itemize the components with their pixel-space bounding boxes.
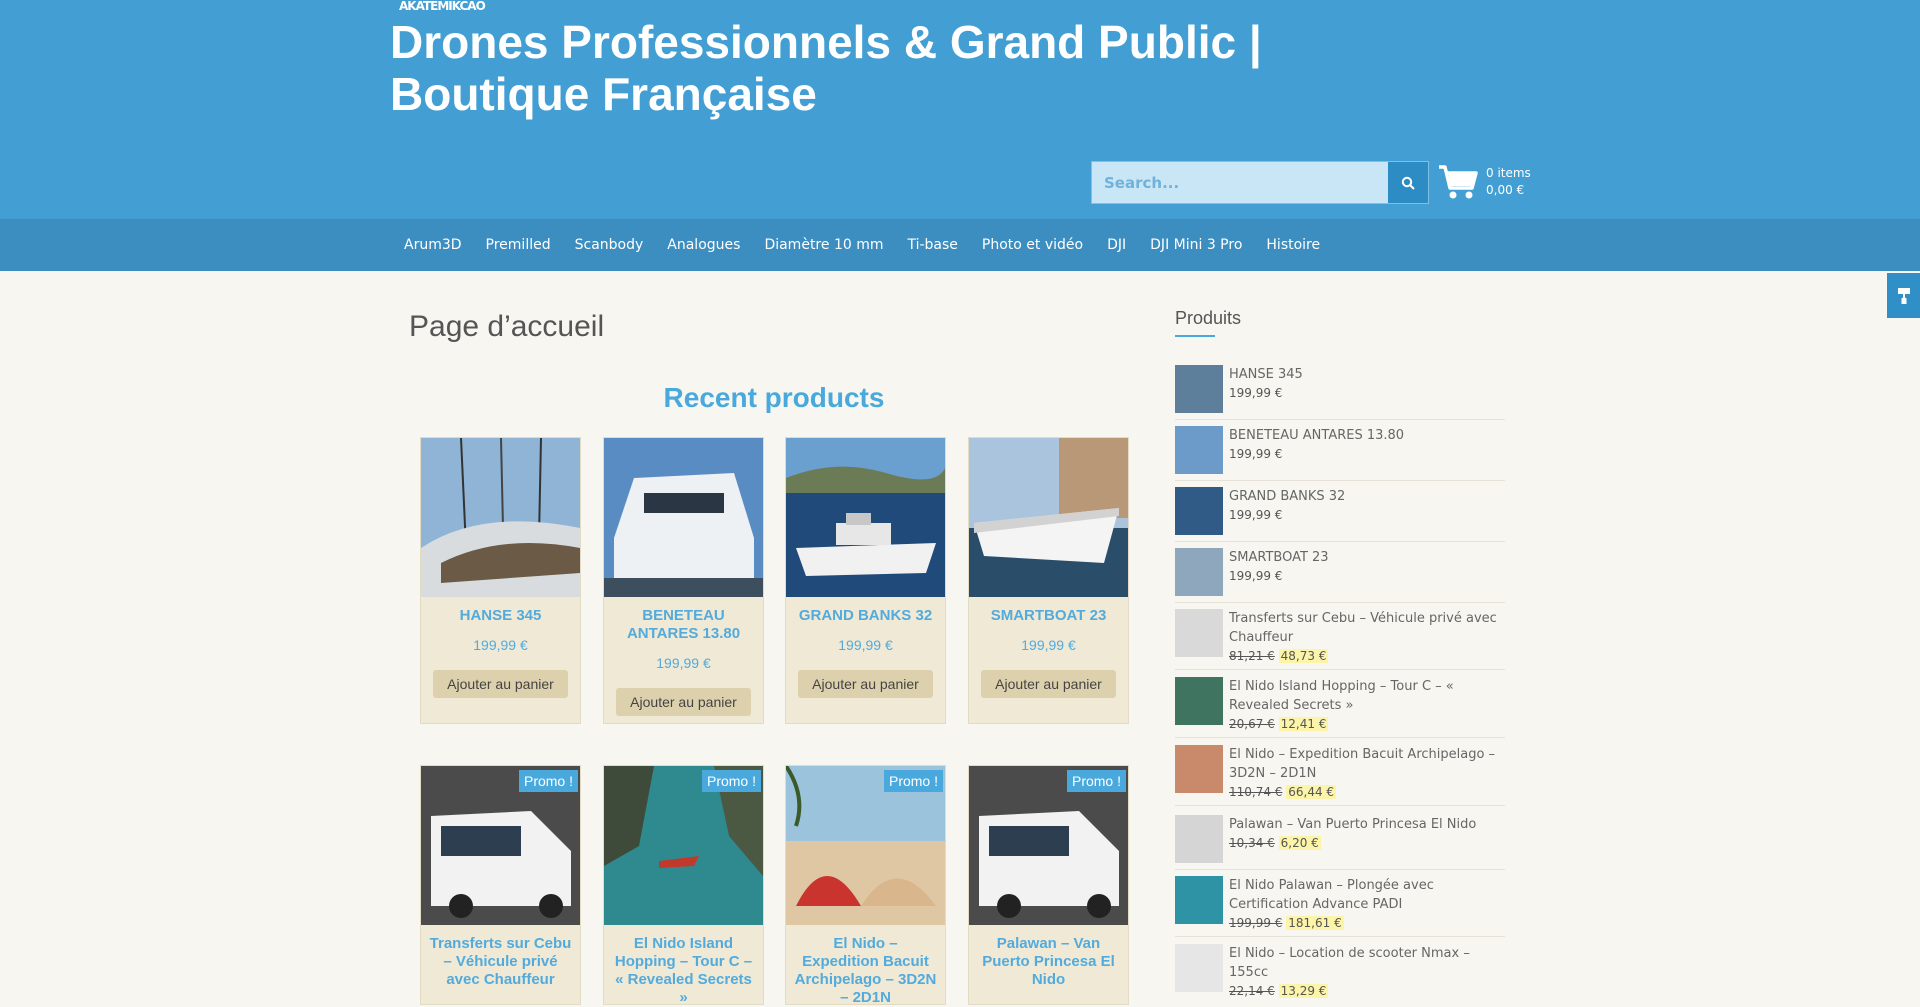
product-name[interactable]: Transferts sur Cebu – Véhicule privé ave…: [429, 935, 572, 989]
product-thumbnail[interactable]: [1175, 426, 1223, 474]
product-card: Promo ! El Nido Island Hopping – Tour C …: [603, 765, 764, 1007]
product-name[interactable]: Palawan – Van Puerto Princesa El Nido: [977, 935, 1120, 989]
list-item[interactable]: El Nido Palawan – Plongée avec Certifica…: [1175, 876, 1505, 937]
product-name[interactable]: HANSE 345: [1229, 365, 1505, 384]
paint-roller-icon: [1897, 287, 1910, 304]
product-image[interactable]: Promo !: [969, 766, 1128, 925]
product-price: 199,99 €: [1229, 508, 1283, 522]
old-price: 10,34 €: [1229, 836, 1275, 850]
sale-price: 13,29 €: [1278, 984, 1329, 998]
list-item[interactable]: El Nido – Location de scooter Nmax – 155…: [1175, 944, 1505, 998]
promo-badge: Promo !: [518, 770, 578, 792]
page-title: Page d’accueil: [409, 310, 605, 343]
product-image[interactable]: [604, 438, 763, 597]
product-name[interactable]: SMARTBOAT 23: [977, 607, 1120, 625]
product-name[interactable]: El Nido Island Hopping – Tour C – « Reve…: [1229, 677, 1505, 715]
product-thumbnail[interactable]: [1175, 609, 1223, 657]
list-item[interactable]: GRAND BANKS 32 199,99 €: [1175, 487, 1505, 542]
sale-price: 48,73 €: [1278, 649, 1329, 663]
product-card: Promo ! El Nido – Expedition Bacuit Arch…: [785, 765, 946, 1007]
product-thumbnail[interactable]: [1175, 548, 1223, 596]
product-name[interactable]: Transferts sur Cebu – Véhicule privé ave…: [1229, 609, 1505, 647]
product-name[interactable]: BENETEAU ANTARES 13.80: [612, 607, 755, 643]
product-thumbnail[interactable]: [1175, 815, 1223, 863]
list-item[interactable]: BENETEAU ANTARES 13.80 199,99 €: [1175, 426, 1505, 481]
nav-item-premilled[interactable]: Premilled: [474, 237, 563, 253]
add-to-cart-button[interactable]: Ajouter au panier: [798, 670, 933, 698]
product-image[interactable]: Promo !: [786, 766, 945, 925]
old-price: 22,14 €: [1229, 984, 1275, 998]
list-item[interactable]: HANSE 345 199,99 €: [1175, 365, 1505, 420]
product-image[interactable]: [786, 438, 945, 597]
product-name[interactable]: BENETEAU ANTARES 13.80: [1229, 426, 1505, 445]
recent-products-heading: Recent products: [663, 382, 885, 413]
product-thumbnail[interactable]: [1175, 745, 1223, 793]
site-header: AKATEMIKCAO Drones Professionnels & Gran…: [0, 0, 1920, 219]
product-card: HANSE 345 199,99 € Ajouter au panier: [420, 437, 581, 724]
sale-price: 6,20 €: [1278, 836, 1321, 850]
sale-price: 181,61 €: [1286, 916, 1344, 930]
nav-item-scanbody[interactable]: Scanbody: [563, 237, 656, 253]
product-image[interactable]: [969, 438, 1128, 597]
product-name[interactable]: El Nido – Expedition Bacuit Archipelago …: [1229, 745, 1505, 783]
site-logo[interactable]: AKATEMIKCAO: [399, 0, 519, 12]
product-thumbnail[interactable]: [1175, 487, 1223, 535]
list-item[interactable]: El Nido – Expedition Bacuit Archipelago …: [1175, 745, 1505, 806]
product-card: Promo ! Palawan – Van Puerto Princesa El…: [968, 765, 1129, 1005]
sale-price: 66,44 €: [1286, 785, 1337, 799]
product-name[interactable]: GRAND BANKS 32: [1229, 487, 1505, 506]
old-price: 110,74 €: [1229, 785, 1283, 799]
nav-item-diametre[interactable]: Diamètre 10 mm: [752, 237, 895, 253]
old-price: 81,21 €: [1229, 649, 1275, 663]
product-name[interactable]: El Nido Island Hopping – Tour C – « Reve…: [612, 935, 755, 1007]
product-name[interactable]: Palawan – Van Puerto Princesa El Nido: [1229, 815, 1505, 834]
add-to-cart-button[interactable]: Ajouter au panier: [433, 670, 568, 698]
product-thumbnail[interactable]: [1175, 876, 1223, 924]
product-price: 199,99 €: [838, 637, 893, 653]
product-name[interactable]: El Nido – Location de scooter Nmax – 155…: [1229, 944, 1505, 982]
product-name[interactable]: HANSE 345: [429, 607, 572, 625]
product-image[interactable]: Promo !: [604, 766, 763, 925]
promo-badge: Promo !: [701, 770, 761, 792]
old-price: 20,67 €: [1229, 717, 1275, 731]
product-name[interactable]: SMARTBOAT 23: [1229, 548, 1505, 567]
product-price: 199,99 €: [1229, 569, 1283, 583]
product-price: 199,99 €: [1229, 447, 1283, 461]
product-thumbnail[interactable]: [1175, 944, 1223, 992]
sale-price: 12,41 €: [1278, 717, 1329, 731]
product-name[interactable]: El Nido Palawan – Plongée avec Certifica…: [1229, 876, 1505, 914]
main-navigation: Arum3D Premilled Scanbody Analogues Diam…: [0, 219, 1920, 271]
product-name[interactable]: El Nido – Expedition Bacuit Archipelago …: [794, 935, 937, 1007]
product-card: Promo ! Transferts sur Cebu – Véhicule p…: [420, 765, 581, 1005]
nav-item-dji[interactable]: DJI: [1095, 237, 1138, 253]
side-tool-tab[interactable]: [1887, 273, 1920, 318]
sidebar-product-list: HANSE 345 199,99 € BENETEAU ANTARES 13.8…: [1175, 0, 1505, 998]
list-item[interactable]: El Nido Island Hopping – Tour C – « Reve…: [1175, 677, 1505, 738]
add-to-cart-button[interactable]: Ajouter au panier: [981, 670, 1116, 698]
promo-badge: Promo !: [1066, 770, 1126, 792]
product-price: 199,99 €: [656, 655, 711, 671]
product-price: 199,99 €: [1021, 637, 1076, 653]
product-card: GRAND BANKS 32 199,99 € Ajouter au panie…: [785, 437, 946, 724]
promo-badge: Promo !: [883, 770, 943, 792]
product-name[interactable]: GRAND BANKS 32: [794, 607, 937, 625]
add-to-cart-button[interactable]: Ajouter au panier: [616, 688, 751, 716]
product-price: 199,99 €: [1229, 386, 1283, 400]
product-price: 199,99 €: [473, 637, 528, 653]
nav-item-photo-video[interactable]: Photo et vidéo: [970, 237, 1095, 253]
old-price: 199,99 €: [1229, 916, 1283, 930]
nav-item-arum3d[interactable]: Arum3D: [392, 237, 474, 253]
nav-item-ti-base[interactable]: Ti-base: [895, 237, 969, 253]
list-item[interactable]: Palawan – Van Puerto Princesa El Nido 10…: [1175, 815, 1505, 870]
product-thumbnail[interactable]: [1175, 365, 1223, 413]
nav-item-analogues[interactable]: Analogues: [655, 237, 752, 253]
product-thumbnail[interactable]: [1175, 677, 1223, 725]
product-image[interactable]: Promo !: [421, 766, 580, 925]
list-item[interactable]: Transferts sur Cebu – Véhicule privé ave…: [1175, 609, 1505, 670]
list-item[interactable]: SMARTBOAT 23 199,99 €: [1175, 548, 1505, 603]
product-image[interactable]: [421, 438, 580, 597]
product-card: SMARTBOAT 23 199,99 € Ajouter au panier: [968, 437, 1129, 724]
product-card: BENETEAU ANTARES 13.80 199,99 € Ajouter …: [603, 437, 764, 724]
